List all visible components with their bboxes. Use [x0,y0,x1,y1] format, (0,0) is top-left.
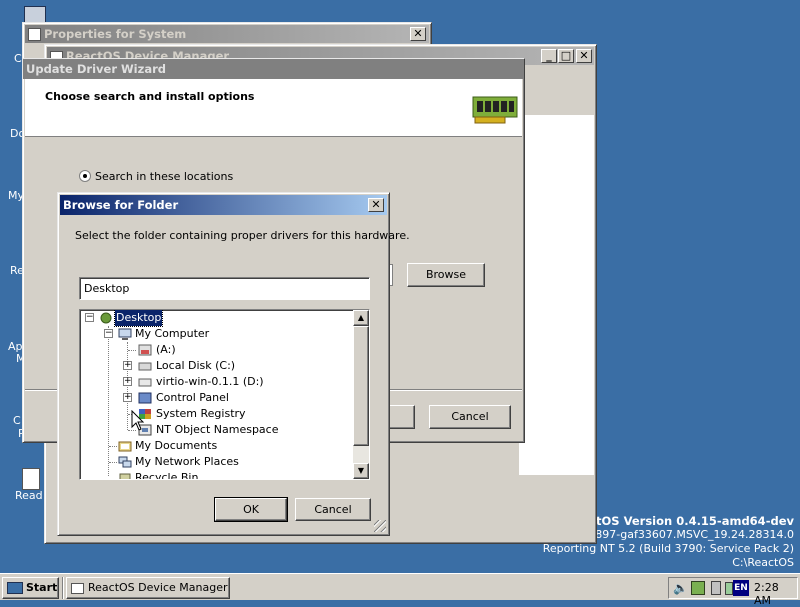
tree-line [128,350,136,351]
desktop-folder-icon [99,312,113,324]
wizard-header-title: Choose search and install options [45,90,255,103]
tree-item-my-computer[interactable]: My Computer [135,326,209,342]
taskbar-item-device-manager[interactable]: ReactOS Device Manager [66,577,230,599]
scroll-thumb[interactable] [353,326,369,446]
close-icon[interactable]: ✕ [368,198,384,212]
readme-icon[interactable] [22,468,40,490]
maximize-icon[interactable]: □ [558,49,574,63]
safely-remove-icon[interactable] [711,581,721,595]
hard-disk-icon [138,360,152,372]
version-line-4: C:\ReactOS [732,556,794,569]
tree-scrollbar[interactable]: ▲ ▼ [353,310,369,479]
close-icon[interactable]: ✕ [576,49,592,63]
browse-button[interactable]: Browse [407,263,485,287]
tree-item-local-disk[interactable]: Local Disk (C:) [156,358,235,374]
radio-label: Search in these locations [95,170,234,183]
taskbar: Start ReactOS Device Manager 🔈 EN 2:28 A… [0,573,800,607]
expand-icon[interactable]: + [123,377,132,386]
tree-item-nt-object[interactable]: NT Object Namespace [156,422,279,438]
tree-item-my-documents[interactable]: My Documents [135,438,217,454]
system-properties-titlebar[interactable]: Properties for System [25,25,429,43]
close-icon[interactable]: ✕ [410,27,426,41]
expand-icon[interactable]: + [123,361,132,370]
system-properties-icon [28,28,41,41]
radio-search-locations[interactable] [79,170,91,182]
documents-icon [118,440,132,452]
version-line-3: Reporting NT 5.2 (Build 3790: Service Pa… [542,542,794,555]
mouse-cursor-icon [131,409,145,435]
taskbar-separator [62,577,64,599]
language-indicator[interactable]: EN [733,580,749,596]
computer-icon [118,328,132,340]
collapse-icon[interactable]: − [104,329,113,338]
start-label: Start [26,581,58,594]
tree-item-virtio[interactable]: virtio-win-0.1.1 (D:) [156,374,264,390]
control-panel-icon [138,392,152,404]
tree-line [109,446,117,447]
tree-item-recycle[interactable]: Recycle Bin [135,470,198,479]
tree-item-desktop[interactable]: Desktop [113,310,164,327]
volume-icon[interactable]: 🔈 [673,581,688,595]
wizard-title: Update Driver Wizard [26,62,166,76]
desktop-icon-label: C [13,414,21,427]
folder-path-value: Desktop [84,282,130,295]
browse-instruction: Select the folder containing proper driv… [75,229,410,242]
tree-line [108,326,109,476]
scroll-down-icon[interactable]: ▼ [353,463,369,479]
tree-item-network[interactable]: My Network Places [135,454,239,470]
ok-button[interactable]: OK [214,497,288,522]
resize-grip-icon[interactable] [374,520,386,532]
wizard-header: Choose search and install options [25,79,522,137]
wizard-titlebar[interactable]: Update Driver Wizard [23,59,524,79]
browse-titlebar[interactable]: Browse for Folder [60,195,387,215]
task-label: ReactOS Device Manager [88,581,228,594]
hardware-card-icon [472,95,518,125]
tree-line [109,462,117,463]
device-manager-task-icon [71,582,84,594]
network-icon [118,456,132,468]
minimize-icon[interactable]: _ [541,49,557,63]
floppy-drive-icon [138,344,152,356]
wizard-cancel-button[interactable]: Cancel [429,405,511,429]
system-tray: 🔈 EN 2:28 AM [668,577,798,607]
network-tray-icon[interactable] [691,581,705,595]
tree-item-system-registry[interactable]: System Registry [156,406,246,422]
browse-title: Browse for Folder [63,198,179,212]
cancel-button[interactable]: Cancel [295,498,371,521]
expand-icon[interactable]: + [123,393,132,402]
start-icon [7,582,23,594]
tree-item-control-panel[interactable]: Control Panel [156,390,229,406]
system-properties-title: Properties for System [44,27,187,41]
start-button[interactable]: Start [2,577,59,599]
tree-line [127,342,128,430]
folder-path-input[interactable]: Desktop [79,277,370,300]
battery-icon[interactable] [725,582,733,595]
tree-item-floppy[interactable]: (A:) [156,342,176,358]
radio-dot [83,174,87,178]
clock[interactable]: 2:28 AM [754,581,797,607]
device-list-area [519,115,594,475]
scroll-up-icon[interactable]: ▲ [353,310,369,326]
folder-tree[interactable]: − Desktop − My Computer (A:) + Local Dis… [79,309,370,480]
collapse-icon[interactable]: − [85,313,94,322]
cd-drive-icon [138,376,152,388]
browse-for-folder-dialog: Browse for Folder ✕ Select the folder co… [57,192,410,536]
desktop-icon-label: Read [15,489,43,502]
recycle-bin-icon [118,472,132,479]
